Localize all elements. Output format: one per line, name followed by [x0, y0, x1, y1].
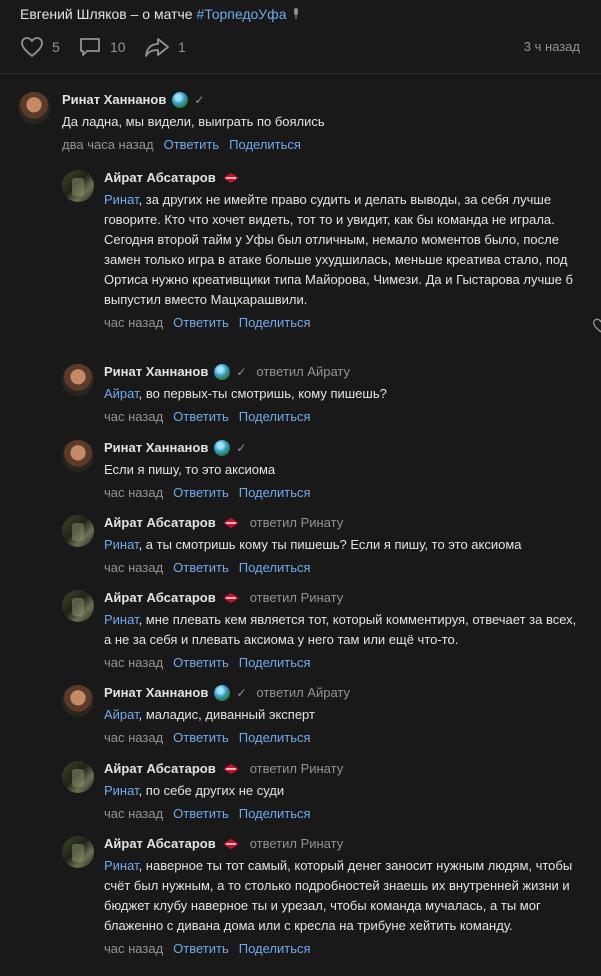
comment-author[interactable]: Айрат Абсатаров — [104, 761, 216, 776]
share-link[interactable]: Поделиться — [229, 137, 301, 152]
comment-author[interactable]: Айрат Абсатаров — [104, 170, 216, 185]
spartak-badge-icon — [222, 763, 239, 774]
comment-text: Ринат, наверное ты тот самый, который де… — [104, 858, 573, 933]
share-link[interactable]: Поделиться — [239, 315, 311, 330]
comment-text: Ринат, за других не имейте право судить … — [104, 192, 573, 307]
reply-button[interactable]: Ответить — [173, 485, 229, 500]
avatar[interactable] — [62, 685, 94, 717]
mention-link[interactable]: Ринат — [104, 612, 139, 627]
post-hashtag[interactable]: #ТорпедоУфа — [196, 6, 286, 22]
share-link[interactable]: Поделиться — [239, 560, 311, 575]
replied-to[interactable]: ответил Айрату — [256, 685, 350, 700]
replied-to[interactable]: ответил Ринату — [250, 761, 344, 776]
comment-text: Да ладна, мы видели, выиграть по боялись — [62, 114, 325, 129]
comment-time[interactable]: час назад — [104, 485, 163, 500]
mention-link[interactable]: Айрат — [104, 386, 139, 401]
checkmark-icon: ✓ — [194, 92, 205, 107]
replied-to[interactable]: ответил Ринату — [250, 836, 344, 851]
comment-icon — [80, 38, 100, 56]
post-author[interactable]: Евгений Шляков — [20, 6, 127, 22]
share-link[interactable]: Поделиться — [239, 806, 311, 821]
comment-time[interactable]: час назад — [104, 560, 163, 575]
globe-badge-icon — [214, 363, 231, 380]
checkmark-icon: ✓ — [236, 364, 247, 379]
avatar[interactable] — [62, 590, 94, 622]
like-button[interactable]: 5 — [20, 36, 60, 58]
avatar[interactable] — [62, 170, 94, 202]
comment-text: Ринат, по себе других не суди — [104, 783, 285, 798]
post-actions: 5 10 1 3 ч назад — [20, 36, 580, 58]
spartak-badge-icon — [222, 838, 239, 849]
heart-icon — [592, 318, 601, 333]
spartak-badge-icon — [222, 592, 239, 603]
share-count: 1 — [178, 39, 186, 55]
comment-time[interactable]: час назад — [104, 315, 163, 330]
avatar[interactable] — [62, 440, 94, 472]
spartak-badge-icon — [222, 517, 239, 528]
globe-badge-icon — [172, 91, 189, 108]
reply-button[interactable]: Ответить — [173, 730, 229, 745]
reply-button[interactable]: Ответить — [173, 806, 229, 821]
reply-button[interactable]: Ответить — [173, 409, 229, 424]
share-link[interactable]: Поделиться — [239, 409, 311, 424]
mention-link[interactable]: Ринат — [104, 192, 139, 207]
comment-author[interactable]: Ринат Ханнанов — [104, 685, 208, 700]
share-button[interactable]: 1 — [144, 36, 186, 58]
checkmark-icon: ✓ — [236, 685, 247, 700]
mention-link[interactable]: Ринат — [104, 858, 139, 873]
globe-badge-icon — [214, 684, 231, 701]
comment-time[interactable]: два часа назад — [62, 137, 154, 152]
comment-author[interactable]: Айрат Абсатаров — [104, 515, 216, 530]
reply-button[interactable]: Ответить — [173, 941, 229, 956]
avatar[interactable] — [62, 761, 94, 793]
post-title: Евгений Шляков – о матче #ТорпедоУфа — [20, 6, 300, 22]
mention-link[interactable]: Айрат — [104, 707, 139, 722]
comment-text: Если я пишу, то это аксиома — [104, 462, 276, 477]
post-separator: – о матче — [126, 6, 197, 22]
comment-time[interactable]: час назад — [104, 730, 163, 745]
share-link[interactable]: Поделиться — [239, 655, 311, 670]
reply-button[interactable]: Ответить — [164, 137, 220, 152]
comment-like-button[interactable]: 2 — [592, 318, 601, 333]
globe-badge-icon — [214, 439, 231, 456]
replied-to[interactable]: ответил Айрату — [256, 364, 350, 379]
share-link[interactable]: Поделиться — [239, 941, 311, 956]
comment-time[interactable]: час назад — [104, 806, 163, 821]
comment-time[interactable]: час назад — [104, 941, 163, 956]
comment-author[interactable]: Айрат Абсатаров — [104, 590, 216, 605]
comment-text: Айрат, во первых-ты смотришь, кому пишеш… — [104, 386, 387, 401]
checkmark-icon: ✓ — [236, 440, 247, 455]
avatar[interactable] — [18, 92, 50, 124]
replied-to[interactable]: ответил Ринату — [250, 590, 344, 605]
heart-icon — [21, 37, 43, 58]
comment-count: 10 — [110, 39, 126, 55]
like-count: 5 — [52, 39, 60, 55]
comment-text: Ринат, а ты смотришь кому ты пишешь? Есл… — [104, 537, 522, 552]
reply-button[interactable]: Ответить — [173, 315, 229, 330]
comment-author[interactable]: Ринат Ханнанов — [104, 364, 208, 379]
comment-time[interactable]: час назад — [104, 409, 163, 424]
avatar[interactable] — [62, 836, 94, 868]
mention-link[interactable]: Ринат — [104, 537, 139, 552]
mention-link[interactable]: Ринат — [104, 783, 139, 798]
reply-button[interactable]: Ответить — [173, 560, 229, 575]
comment-time[interactable]: час назад — [104, 655, 163, 670]
avatar[interactable] — [62, 515, 94, 547]
comment-button[interactable]: 10 — [78, 36, 126, 58]
reply-button[interactable]: Ответить — [173, 655, 229, 670]
avatar[interactable] — [62, 364, 94, 396]
share-link[interactable]: Поделиться — [239, 485, 311, 500]
comment-text: Ринат, мне плевать кем является тот, кот… — [104, 612, 577, 647]
divider — [0, 73, 601, 74]
comment-author[interactable]: Ринат Ханнанов — [104, 440, 208, 455]
share-link[interactable]: Поделиться — [239, 730, 311, 745]
share-icon — [145, 38, 169, 57]
comment-author[interactable]: Ринат Ханнанов — [62, 92, 166, 107]
comment-author[interactable]: Айрат Абсатаров — [104, 836, 216, 851]
microphone-icon — [294, 8, 299, 19]
spartak-badge-icon — [222, 172, 239, 183]
post-time[interactable]: 3 ч назад — [524, 39, 580, 54]
comment-text: Айрат, маладис, диванный эксперт — [104, 707, 315, 722]
replied-to[interactable]: ответил Ринату — [250, 515, 344, 530]
